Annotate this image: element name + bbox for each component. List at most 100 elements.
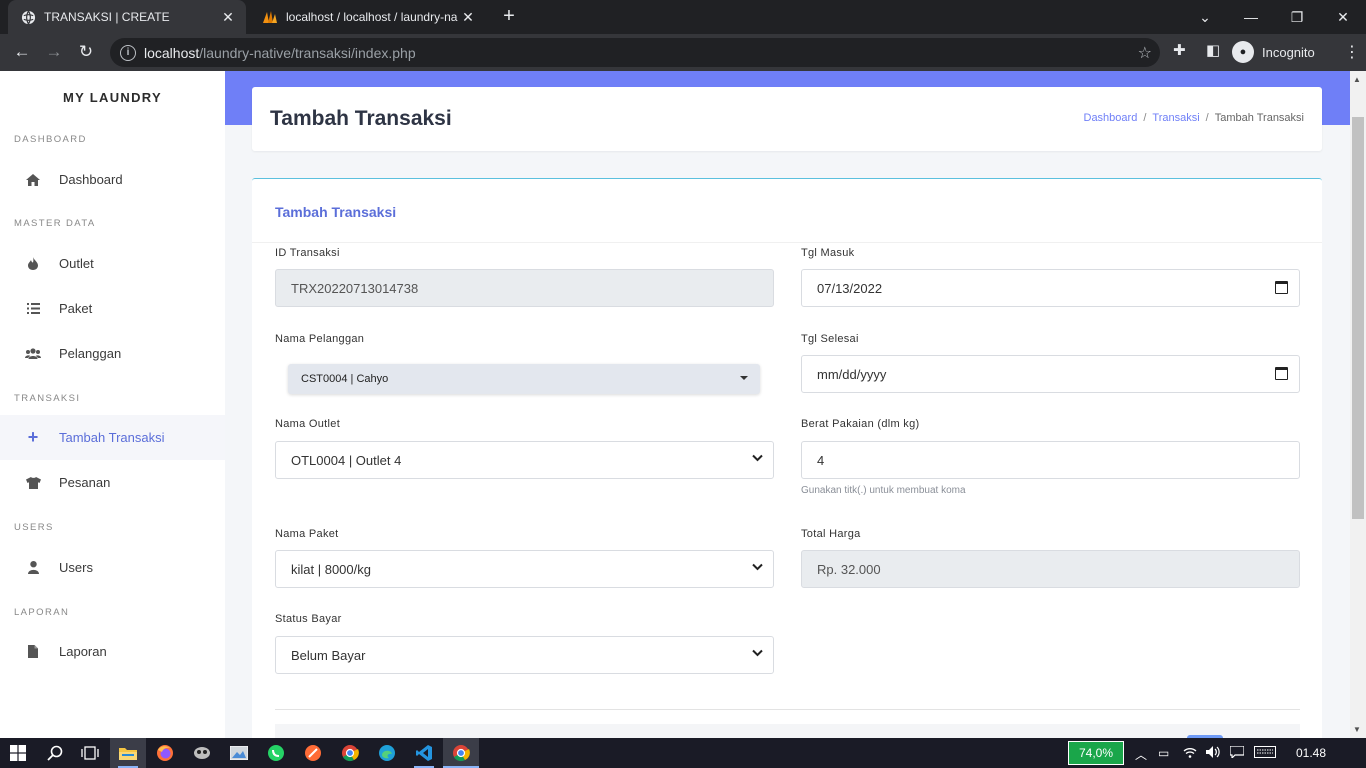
breadcrumb-dashboard[interactable]: Dashboard <box>1084 112 1138 124</box>
sidebar: MY LAUNDRY DASHBOARD Dashboard MASTER DA… <box>0 71 225 738</box>
home-icon <box>22 173 44 186</box>
page-scrollbar[interactable]: ▲ ▼ <box>1350 71 1366 738</box>
sidebar-heading-transaksi: TRANSAKSI <box>14 393 81 404</box>
address-bar[interactable]: i localhost/laundry-native/transaksi/ind… <box>110 38 1160 67</box>
chrome-incognito-icon[interactable] <box>451 743 471 763</box>
total-harga-field[interactable]: Rp. 32.000 <box>801 550 1300 588</box>
scroll-up-icon[interactable]: ▲ <box>1353 75 1361 84</box>
sidebar-item-label: Pesanan <box>59 475 111 490</box>
chrome-icon[interactable] <box>340 743 360 763</box>
info-icon[interactable]: i <box>120 44 136 61</box>
more-menu-icon[interactable]: ⋮ <box>1344 42 1360 62</box>
sidebar-item-users[interactable]: Users <box>0 545 225 590</box>
minimize-button[interactable]: — <box>1228 0 1274 34</box>
back-button[interactable]: ← <box>9 39 35 65</box>
postman-icon[interactable] <box>303 743 323 763</box>
battery-tray-icon[interactable]: ▭ <box>1158 746 1169 760</box>
chevron-down-icon <box>752 648 763 660</box>
nama-paket-select[interactable]: kilat | 8000/kg <box>275 550 774 588</box>
card-divider <box>252 242 1322 243</box>
tab-transaksi-create[interactable]: TRANSAKSI | CREATE ✕ <box>8 0 246 34</box>
tab-phpmyadmin[interactable]: localhost / localhost / laundry-na ✕ <box>250 0 486 34</box>
bookmark-star-icon[interactable]: ☆ <box>1138 43 1152 63</box>
sidebar-item-label: Paket <box>59 301 93 316</box>
notification-icon[interactable] <box>1229 745 1245 761</box>
side-panel-icon[interactable]: ◧ <box>1206 41 1220 59</box>
edge-icon[interactable] <box>377 743 397 763</box>
tab-search-icon[interactable]: ⌄ <box>1182 0 1228 34</box>
breadcrumb-transaksi[interactable]: Transaksi <box>1152 112 1199 124</box>
form-footer <box>275 724 1300 738</box>
chevron-up-icon[interactable]: ︿ <box>1135 746 1147 763</box>
sidebar-item-pelanggan[interactable]: Pelanggan <box>0 331 225 376</box>
total-harga-label: Total Harga <box>801 528 861 540</box>
page-viewport: MY LAUNDRY DASHBOARD Dashboard MASTER DA… <box>0 71 1350 738</box>
taskbar-clock[interactable]: 01.48 <box>1296 746 1326 760</box>
close-tab-icon[interactable]: ✕ <box>218 7 238 27</box>
brand-title[interactable]: MY LAUNDRY <box>0 90 225 105</box>
sidebar-heading-users: USERS <box>14 522 54 533</box>
file-explorer-icon[interactable] <box>118 743 138 763</box>
firefox-icon[interactable] <box>155 743 175 763</box>
task-view-icon[interactable] <box>80 743 100 763</box>
sidebar-item-tambah-transaksi[interactable]: + Tambah Transaksi <box>0 415 225 460</box>
calendar-icon[interactable] <box>1275 281 1288 294</box>
reload-button[interactable]: ↻ <box>73 39 99 65</box>
berat-input[interactable]: 4 <box>801 441 1300 479</box>
ghost-app-icon[interactable] <box>192 743 212 763</box>
restore-button[interactable]: ❐ <box>1274 0 1320 34</box>
volume-icon[interactable] <box>1206 746 1220 761</box>
tgl-masuk-date-input[interactable]: 07/13/2022 <box>801 269 1300 307</box>
chevron-down-icon <box>752 453 763 465</box>
scrollbar-thumb[interactable] <box>1352 117 1364 519</box>
keyboard-icon[interactable] <box>1254 746 1276 761</box>
nama-paket-label: Nama Paket <box>275 528 339 540</box>
sidebar-heading-laporan: LAPORAN <box>14 607 70 618</box>
sidebar-item-laporan[interactable]: Laporan <box>0 629 225 674</box>
sidebar-item-dashboard[interactable]: Dashboard <box>0 157 225 202</box>
id-transaksi-field[interactable]: TRX20220713014738 <box>275 269 774 307</box>
phpmyadmin-icon <box>262 9 278 25</box>
users-icon <box>22 348 44 359</box>
scroll-down-icon[interactable]: ▼ <box>1353 725 1361 734</box>
extensions-puzzle-icon[interactable]: ✚ <box>1173 41 1186 59</box>
form-divider <box>275 709 1300 710</box>
tgl-selesai-date-input[interactable]: mm/dd/yyyy <box>801 355 1300 393</box>
profile-label: Incognito <box>1262 44 1315 60</box>
breadcrumb-current: Tambah Transaksi <box>1214 112 1304 124</box>
shirt-icon <box>22 476 44 489</box>
user-icon <box>22 561 44 574</box>
card-title: Tambah Transaksi <box>275 204 397 220</box>
calendar-icon[interactable] <box>1275 367 1288 380</box>
tab-title: localhost / localhost / laundry-na <box>286 10 458 24</box>
file-icon <box>22 645 44 658</box>
sidebar-item-label: Laporan <box>59 644 107 659</box>
incognito-profile[interactable]: ● Incognito <box>1232 38 1315 66</box>
photo-app-icon[interactable] <box>229 743 249 763</box>
sidebar-item-paket[interactable]: Paket <box>0 286 225 331</box>
forward-button[interactable]: → <box>41 39 67 65</box>
dropdown-arrow-icon <box>740 376 748 380</box>
sidebar-item-label: Outlet <box>59 256 94 271</box>
status-bayar-label: Status Bayar <box>275 613 342 625</box>
close-tab-icon[interactable]: ✕ <box>458 7 478 27</box>
nama-outlet-select[interactable]: OTL0004 | Outlet 4 <box>275 441 774 479</box>
breadcrumb-separator: / <box>1143 112 1147 124</box>
status-bayar-select[interactable]: Belum Bayar <box>275 636 774 674</box>
whatsapp-icon[interactable] <box>266 743 286 763</box>
page-title: Tambah Transaksi <box>270 107 452 130</box>
wifi-icon[interactable] <box>1183 746 1197 761</box>
berat-help-text: Gunakan titk(.) untuk membuat koma <box>801 485 966 496</box>
battery-indicator[interactable]: 74,0% <box>1068 741 1124 765</box>
vscode-icon[interactable] <box>414 743 434 763</box>
sidebar-item-pesanan[interactable]: Pesanan <box>0 460 225 505</box>
sidebar-item-outlet[interactable]: Outlet <box>0 241 225 286</box>
nama-pelanggan-select[interactable]: CST0004 | Cahyo <box>288 364 760 394</box>
search-icon[interactable] <box>45 743 65 763</box>
globe-icon <box>20 9 36 25</box>
nama-pelanggan-label: Nama Pelanggan <box>275 333 365 345</box>
new-tab-button[interactable]: + <box>498 6 520 28</box>
close-window-button[interactable]: ✕ <box>1320 0 1366 34</box>
incognito-icon: ● <box>1232 41 1254 63</box>
windows-start-icon[interactable] <box>8 743 28 763</box>
